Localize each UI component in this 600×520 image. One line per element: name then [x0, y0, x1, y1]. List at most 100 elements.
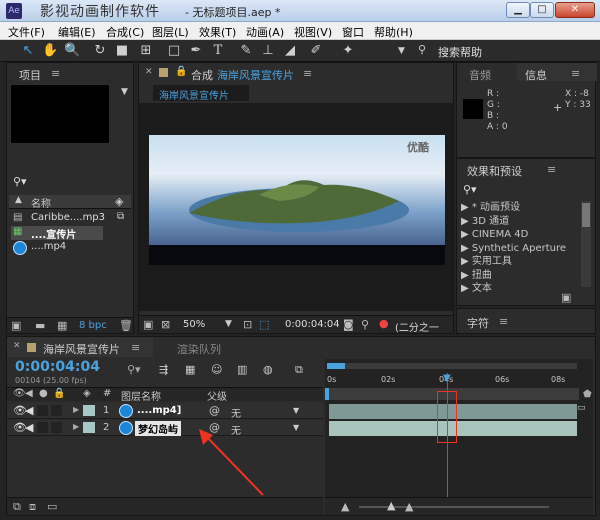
- current-timecode[interactable]: 0:00:04:04: [285, 319, 340, 330]
- in-point-marker[interactable]: [325, 388, 329, 400]
- panel-menu-icon[interactable]: ≡: [547, 163, 556, 176]
- bit-depth-label[interactable]: 8 bpc: [79, 320, 107, 331]
- audio-icon[interactable]: ◀: [25, 421, 33, 434]
- search-help-label[interactable]: 搜索帮助: [438, 44, 482, 60]
- composition-subtab[interactable]: 海岸风景宣传片: [153, 85, 249, 102]
- zoom-in-icon[interactable]: ▲: [405, 500, 413, 513]
- parent-dropdown-icon[interactable]: ▼: [293, 406, 299, 415]
- comp-mini-flowchart-icon[interactable]: ⇶: [159, 363, 168, 376]
- list-item[interactable]: ▶ * 动画预设: [461, 201, 579, 215]
- project-tab[interactable]: 项目: [19, 67, 41, 83]
- comp-marker-bin-icon[interactable]: ⬟: [583, 389, 592, 400]
- grid-icon[interactable]: ⊡: [243, 318, 252, 331]
- eraser-tool-icon[interactable]: ◢: [282, 43, 298, 59]
- timeline-timecode[interactable]: 0:00:04:04: [15, 359, 100, 375]
- label-color-swatch[interactable]: [83, 405, 95, 416]
- hide-shy-layers-icon[interactable]: ☺: [211, 363, 222, 376]
- column-parent[interactable]: 父级: [207, 388, 227, 403]
- brush-tool-icon[interactable]: ✎: [238, 43, 254, 59]
- lock-toggle[interactable]: [51, 422, 62, 433]
- solo-toggle[interactable]: [37, 422, 48, 433]
- close-tab-icon[interactable]: ✕: [13, 341, 21, 351]
- color-channels-icon[interactable]: ●: [379, 317, 389, 330]
- timeline-tab[interactable]: ✕ 海岸风景宣传片 ≡: [7, 337, 153, 357]
- menu-animation[interactable]: 动画(A): [246, 24, 284, 40]
- comp-viewer[interactable]: 优酷: [139, 103, 453, 311]
- hand-tool-icon[interactable]: ✋: [42, 43, 58, 59]
- menu-effect[interactable]: 效果(T): [199, 24, 236, 40]
- label-color-swatch[interactable]: [83, 422, 95, 433]
- toggle-in-out-icon[interactable]: ▭: [47, 500, 57, 513]
- time-ruler[interactable]: 0s 02s 04s 06s 08s: [325, 373, 581, 387]
- expand-icon[interactable]: ▶: [73, 422, 79, 431]
- layer-name-input[interactable]: 梦幻岛屿: [135, 421, 181, 436]
- parent-dropdown-icon[interactable]: ▼: [293, 423, 299, 432]
- scrollbar-thumb[interactable]: [582, 203, 590, 227]
- thumbnail-dropdown-icon[interactable]: ▼: [121, 87, 128, 97]
- new-preset-icon[interactable]: ▣: [561, 291, 571, 304]
- column-name-label[interactable]: 名称: [31, 195, 51, 210]
- list-item[interactable]: ▦ ....宣传片: [11, 226, 103, 241]
- list-item[interactable]: ▶ Synthetic Aperture: [461, 242, 579, 256]
- effects-scrollbar[interactable]: [581, 201, 591, 287]
- flowchart-icon[interactable]: ⧉: [117, 211, 124, 222]
- work-area-bar[interactable]: [327, 363, 577, 369]
- timeline-track-area[interactable]: 0s 02s 04s 06s 08s ⬟ ▭ ▼: [325, 359, 593, 509]
- frame-blending-icon[interactable]: ▥: [237, 363, 247, 376]
- list-item[interactable]: ▶ 实用工具: [461, 255, 579, 269]
- list-item[interactable]: ▤ Caribbe....mp3: [11, 212, 111, 225]
- project-search-icon[interactable]: ⚲▾: [13, 175, 27, 188]
- selection-tool-icon[interactable]: ↖: [20, 43, 36, 59]
- toggle-modes-icon[interactable]: ⧈: [29, 500, 36, 514]
- effects-search-icon[interactable]: ⚲▾: [463, 183, 477, 196]
- pan-behind-tool-icon[interactable]: ⊞: [138, 43, 154, 59]
- label-tag-icon[interactable]: ◈: [115, 195, 123, 208]
- graph-editor-icon[interactable]: ⧉: [295, 363, 303, 377]
- list-item[interactable]: ▶ 扭曲: [461, 269, 579, 283]
- effects-tab[interactable]: 效果和预设: [467, 163, 522, 179]
- magnify-icon[interactable]: ⊠: [161, 318, 170, 331]
- snapshot-icon[interactable]: ◙: [343, 318, 354, 331]
- search-layers-icon[interactable]: ⚲▾: [127, 363, 141, 376]
- menu-view[interactable]: 视图(V): [294, 24, 332, 40]
- panel-menu-icon[interactable]: ≡: [303, 67, 312, 80]
- preview-toggle-icon[interactable]: ▣: [143, 318, 153, 331]
- close-tab-icon[interactable]: ✕: [145, 67, 153, 77]
- pen-tool-icon[interactable]: ✒: [188, 43, 204, 59]
- menu-file[interactable]: 文件(F): [8, 24, 45, 40]
- solo-toggle[interactable]: [37, 405, 48, 416]
- trash-icon[interactable]: 🗑: [119, 319, 133, 332]
- table-row[interactable]: 👁 ◀ ▶ 2 梦幻岛屿 @ 无 ▼: [7, 420, 323, 437]
- type-tool-icon[interactable]: T: [210, 43, 226, 59]
- composition-tab-name[interactable]: 海岸风景宣传片: [217, 67, 294, 83]
- menu-window[interactable]: 窗口: [342, 24, 364, 40]
- rectangle-tool-icon[interactable]: □: [166, 43, 182, 59]
- clone-stamp-tool-icon[interactable]: ⊥: [260, 43, 276, 59]
- resolution-dropdown[interactable]: (二分之一: [395, 319, 439, 334]
- interpret-footage-icon[interactable]: ▣: [11, 319, 21, 332]
- tab-audio[interactable]: 音频: [469, 67, 491, 83]
- sort-icon[interactable]: ▲: [15, 195, 22, 205]
- panel-menu-icon[interactable]: ≡: [51, 67, 60, 80]
- new-folder-icon[interactable]: ▬: [35, 319, 45, 332]
- zoom-out-icon[interactable]: ▲: [341, 500, 349, 513]
- tab-info[interactable]: 信息 ≡: [517, 63, 597, 82]
- column-layer-name[interactable]: 图层名称: [121, 388, 161, 403]
- rotate-tool-icon[interactable]: ↻: [92, 43, 108, 59]
- new-composition-icon[interactable]: ▦: [57, 319, 67, 332]
- menu-composition[interactable]: 合成(C): [106, 24, 144, 40]
- zoom-level[interactable]: 50%: [183, 319, 205, 330]
- puppet-pin-tool-icon[interactable]: ✦: [340, 43, 356, 59]
- lock-icon[interactable]: 🔒: [175, 66, 187, 77]
- mask-toggle-icon[interactable]: ⬚: [259, 318, 269, 331]
- motion-blur-icon[interactable]: ◍: [263, 363, 273, 376]
- list-item[interactable]: ▶ 3D 通道: [461, 215, 579, 229]
- menu-edit[interactable]: 编辑(E): [58, 24, 96, 40]
- playhead-icon[interactable]: ▼: [443, 373, 451, 384]
- composition-tab-prefix[interactable]: 合成: [191, 67, 213, 83]
- menu-help[interactable]: 帮助(H): [374, 24, 413, 40]
- panel-menu-icon[interactable]: ≡: [571, 67, 580, 80]
- draft-3d-icon[interactable]: ▦: [185, 363, 195, 376]
- panel-menu-icon[interactable]: ≡: [499, 315, 508, 328]
- work-area-start-handle[interactable]: [327, 363, 345, 369]
